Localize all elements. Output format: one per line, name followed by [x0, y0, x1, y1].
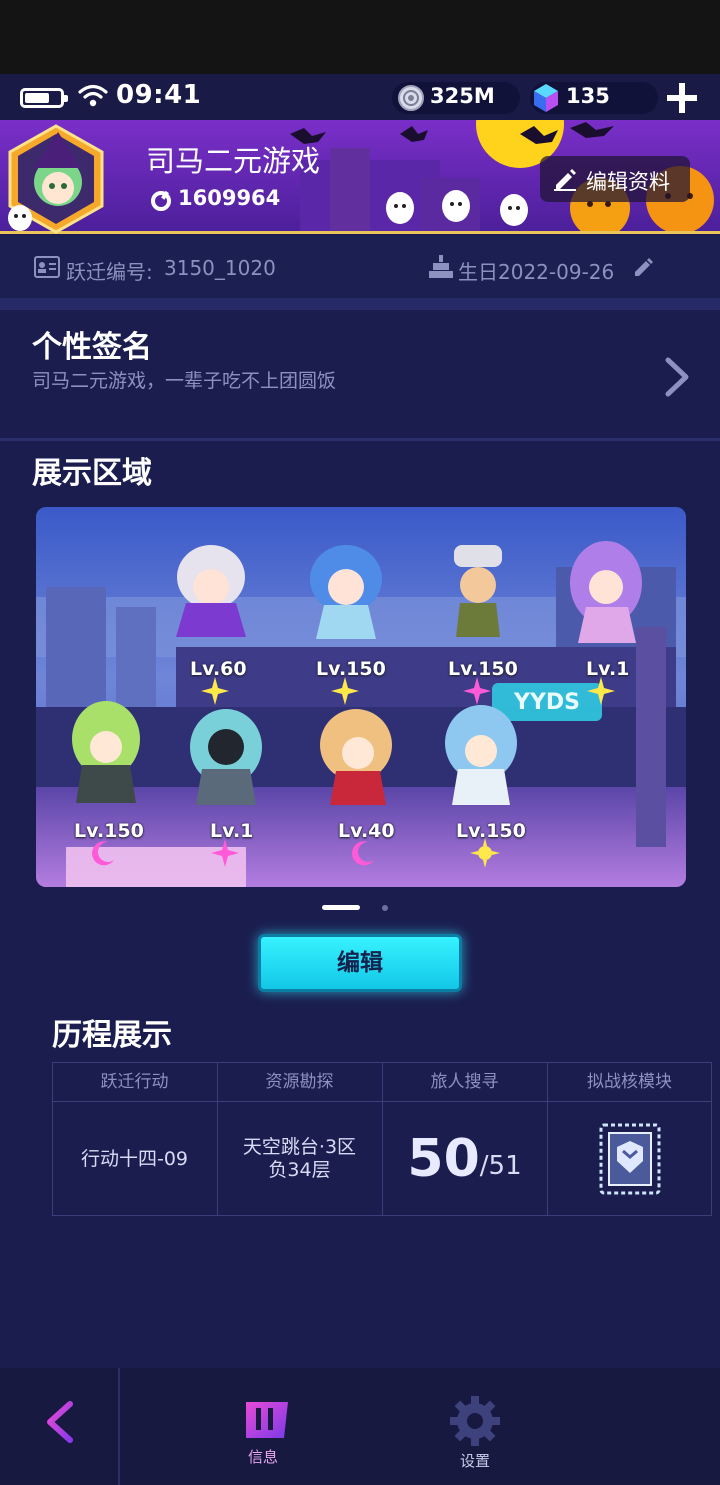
traveler-cell[interactable]: 50 /51 — [382, 1102, 547, 1216]
pink-star-badge-icon — [463, 677, 491, 705]
link-id-icon — [151, 190, 171, 211]
moon-badge-icon — [92, 841, 114, 866]
section-divider — [0, 438, 720, 441]
header-jump-action: 跃迁行动 — [100, 1072, 169, 1092]
coin-icon — [398, 85, 424, 111]
edit-showcase-button[interactable]: 编辑 — [258, 934, 462, 992]
wifi-icon — [78, 84, 108, 107]
character-6[interactable] — [190, 709, 262, 805]
battery-icon — [20, 88, 68, 108]
pager-dot[interactable] — [382, 905, 388, 911]
star-badge-icon — [587, 677, 615, 705]
showcase-title: 展示区域 — [32, 456, 152, 491]
nav-divider — [118, 1368, 120, 1485]
travelers-found: 50 — [407, 1129, 480, 1189]
history-title: 历程展示 — [52, 1018, 172, 1053]
top-black-bar — [0, 0, 720, 74]
jump-action-cell[interactable]: 行动十四-09 — [52, 1102, 217, 1216]
signature-text[interactable]: 司马二元游戏，一辈子吃不上团圆饭 — [32, 366, 336, 393]
id-label: 跃迁编号: — [66, 260, 153, 284]
gear-icon[interactable] — [448, 1394, 502, 1448]
pager-dot-active[interactable] — [322, 905, 360, 910]
character-2[interactable] — [310, 545, 382, 639]
back-chevron-icon[interactable] — [42, 1400, 78, 1444]
edit-birthday-icon[interactable] — [632, 256, 654, 278]
id-card-icon — [34, 256, 60, 278]
character-1[interactable] — [176, 545, 246, 637]
character-5[interactable] — [72, 701, 140, 803]
header-resource-exploration: 资源勘探 — [265, 1072, 334, 1092]
character-8[interactable] — [445, 705, 517, 805]
star-badge-icon — [201, 677, 229, 705]
info-tab-label[interactable]: 信息 — [248, 1446, 278, 1467]
pink-star-badge-icon — [211, 839, 239, 867]
user-id: 1609964 — [178, 186, 281, 210]
header-traveler-search: 旅人搜寻 — [430, 1072, 499, 1092]
signature-title: 个性签名 — [32, 330, 152, 365]
coin-amount: 325M — [430, 84, 495, 108]
character-3[interactable] — [454, 545, 502, 637]
header-combat-module: 拟战核模块 — [587, 1072, 672, 1092]
core-module-icon — [599, 1123, 660, 1195]
moon-badge-icon — [352, 841, 374, 866]
edit-profile-label: 编辑资料 — [586, 170, 670, 194]
user-name: 司马二元游戏 — [146, 144, 321, 178]
travelers-total: /51 — [479, 1151, 522, 1181]
add-currency-button[interactable] — [664, 80, 700, 116]
avatar[interactable] — [4, 122, 108, 234]
id-value: 3150_1020 — [164, 256, 276, 280]
birthday: 生日2022-09-26 — [458, 260, 615, 284]
section-divider — [0, 298, 720, 310]
bottom-nav — [0, 1368, 720, 1485]
sun-badge-icon — [470, 838, 500, 868]
resource-value-line1: 天空跳台·3区 — [242, 1136, 357, 1158]
gem-cube-icon — [534, 84, 558, 112]
star-badge-icon — [331, 677, 359, 705]
info-tab-icon[interactable] — [244, 1398, 290, 1442]
edit-button-label: 编辑 — [337, 950, 383, 976]
gem-amount: 135 — [566, 84, 610, 108]
resource-value-line2: 负34层 — [268, 1159, 331, 1181]
module-cell[interactable] — [547, 1102, 712, 1216]
jump-action-value: 行动十四-09 — [80, 1147, 189, 1170]
clock: 09:41 — [116, 80, 202, 110]
chevron-right-icon[interactable] — [662, 356, 692, 398]
cake-icon — [429, 255, 453, 278]
settings-tab-label[interactable]: 设置 — [460, 1450, 490, 1471]
neon-sign-text: YYDS — [513, 690, 580, 715]
resource-cell[interactable]: 天空跳台·3区 负34层 — [217, 1102, 382, 1216]
edit-pencil-icon — [554, 169, 576, 191]
